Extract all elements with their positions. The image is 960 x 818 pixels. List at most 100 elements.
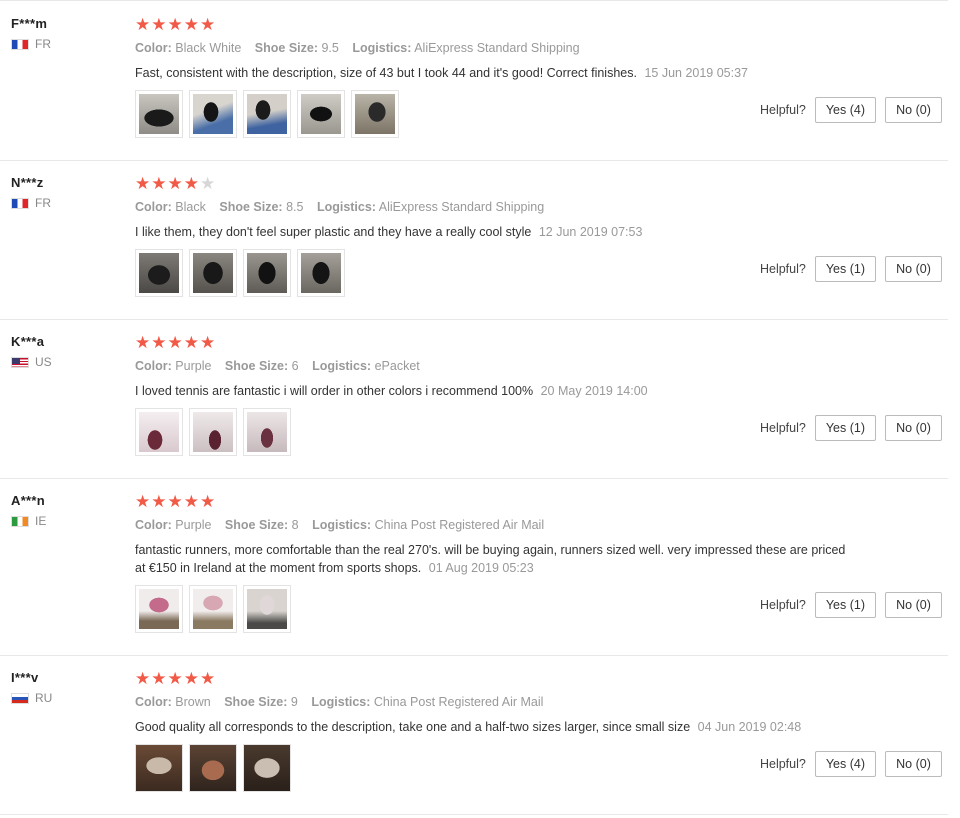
- review-photo-thumbnail[interactable]: [189, 90, 237, 138]
- shoe-size-value: 9: [290, 695, 298, 709]
- logistics-label: Logistics:: [312, 518, 372, 532]
- flag-fr-icon: [11, 38, 29, 50]
- review-photo-thumbnail[interactable]: [243, 249, 291, 297]
- review-date: 15 Jun 2019 05:37: [644, 66, 749, 80]
- color-value: Brown: [175, 695, 211, 709]
- review-photo-thumbnail[interactable]: [135, 90, 183, 138]
- star-empty-icon: ★: [200, 174, 216, 193]
- star-filled-icon: ★: [200, 333, 216, 352]
- star-rating: ★ ★ ★ ★ ★: [135, 175, 855, 193]
- review-photos: [135, 744, 855, 792]
- country-code: RU: [35, 691, 53, 705]
- star-filled-icon: ★: [183, 15, 199, 34]
- logistics-label: Logistics:: [352, 41, 412, 55]
- reviewer-name: I***v: [11, 670, 39, 685]
- helpful-yes-button[interactable]: Yes (4): [814, 751, 876, 777]
- star-rating: ★ ★ ★ ★ ★: [135, 16, 855, 34]
- review-photos: [135, 249, 855, 297]
- color-label: Color:: [135, 695, 172, 709]
- review-photo-thumbnail[interactable]: [351, 90, 399, 138]
- helpful-vote: Helpful? Yes (1) No (0): [760, 592, 942, 618]
- color-value: Purple: [175, 359, 212, 373]
- reviewer-country: US: [11, 355, 121, 369]
- logistics-value: ePacket: [374, 359, 420, 373]
- review-attributes: Color: Purple Shoe Size: 6 Logistics: eP…: [135, 359, 855, 373]
- helpful-vote: Helpful? Yes (4) No (0): [760, 97, 942, 123]
- helpful-yes-button[interactable]: Yes (1): [814, 256, 876, 282]
- reviewer-info: F***m FR: [11, 16, 121, 51]
- shoe-size-label: Shoe Size:: [224, 518, 289, 532]
- logistics-value: AliExpress Standard Shipping: [378, 200, 545, 214]
- reviewer-name: A***n: [11, 493, 46, 508]
- country-code: FR: [35, 196, 51, 210]
- helpful-no-button[interactable]: No (0): [885, 256, 942, 282]
- star-rating: ★ ★ ★ ★ ★: [135, 334, 855, 352]
- review-photo-thumbnail[interactable]: [297, 249, 345, 297]
- helpful-yes-button[interactable]: Yes (1): [814, 592, 876, 618]
- helpful-no-button[interactable]: No (0): [885, 751, 942, 777]
- color-value: Purple: [175, 518, 212, 532]
- review-photo-thumbnail[interactable]: [135, 744, 183, 792]
- review-photo-thumbnail[interactable]: [135, 249, 183, 297]
- star-filled-icon: ★: [167, 15, 183, 34]
- review-attributes: Color: Black White Shoe Size: 9.5 Logist…: [135, 41, 855, 55]
- star-filled-icon: ★: [183, 492, 199, 511]
- shoe-size-value: 6: [291, 359, 299, 373]
- star-filled-icon: ★: [151, 174, 167, 193]
- helpful-yes-button[interactable]: Yes (1): [814, 415, 876, 441]
- review-photo-thumbnail[interactable]: [243, 744, 291, 792]
- flag-us-icon: [11, 356, 29, 368]
- review-photo-thumbnail[interactable]: [243, 585, 291, 633]
- review-photo-thumbnail[interactable]: [297, 90, 345, 138]
- color-label: Color:: [135, 41, 172, 55]
- top-divider: [0, 0, 948, 1]
- color-label: Color:: [135, 518, 172, 532]
- helpful-yes-button[interactable]: Yes (4): [814, 97, 876, 123]
- color-value: Black White: [175, 41, 242, 55]
- review-photo-thumbnail[interactable]: [243, 90, 291, 138]
- star-filled-icon: ★: [167, 492, 183, 511]
- reviewer-country: FR: [11, 37, 121, 51]
- logistics-value: China Post Registered Air Mail: [374, 518, 545, 532]
- helpful-no-button[interactable]: No (0): [885, 415, 942, 441]
- shoe-size-label: Shoe Size:: [224, 359, 289, 373]
- logistics-label: Logistics:: [311, 695, 371, 709]
- review-item: K***a US ★ ★ ★ ★ ★ Color: Purple Shoe Size: …: [0, 320, 948, 479]
- helpful-no-button[interactable]: No (0): [885, 592, 942, 618]
- review-photo-thumbnail[interactable]: [189, 249, 237, 297]
- shoe-size-value: 8: [291, 518, 299, 532]
- logistics-value: AliExpress Standard Shipping: [414, 41, 580, 55]
- review-text: Fast, consistent with the description, s…: [135, 64, 855, 82]
- reviewer-country: RU: [11, 691, 121, 705]
- review-photo-thumbnail[interactable]: [189, 744, 237, 792]
- color-value: Black: [175, 200, 206, 214]
- review-photo-thumbnail[interactable]: [189, 408, 237, 456]
- review-photo-thumbnail[interactable]: [135, 408, 183, 456]
- review-body: ★ ★ ★ ★ ★ Color: Black Shoe Size: 8.5 Logist…: [135, 175, 855, 297]
- shoe-size-value: 9.5: [321, 41, 339, 55]
- review-text: I like them, they don't feel super plast…: [135, 223, 855, 241]
- reviewer-info: A***n IE: [11, 493, 121, 528]
- review-body: ★ ★ ★ ★ ★ Color: Brown Shoe Size: 9 Logistic…: [135, 670, 855, 792]
- helpful-label: Helpful?: [759, 757, 806, 771]
- review-attributes: Color: Purple Shoe Size: 8 Logistics: Ch…: [135, 518, 855, 532]
- review-photo-thumbnail[interactable]: [135, 585, 183, 633]
- star-filled-icon: ★: [167, 333, 183, 352]
- reviewer-country: FR: [11, 196, 121, 210]
- reviewer-name: F***m: [11, 16, 48, 31]
- star-filled-icon: ★: [135, 492, 151, 511]
- star-filled-icon: ★: [183, 669, 199, 688]
- review-attributes: Color: Brown Shoe Size: 9 Logistics: Chi…: [135, 695, 855, 709]
- shoe-size-label: Shoe Size:: [224, 695, 288, 709]
- star-filled-icon: ★: [135, 333, 151, 352]
- star-filled-icon: ★: [151, 669, 167, 688]
- shoe-size-label: Shoe Size:: [219, 200, 283, 214]
- review-photo-thumbnail[interactable]: [243, 408, 291, 456]
- helpful-no-button[interactable]: No (0): [885, 97, 942, 123]
- star-filled-icon: ★: [151, 492, 167, 511]
- review-photo-thumbnail[interactable]: [189, 585, 237, 633]
- review-item: I***v RU ★ ★ ★ ★ ★ Color: Brown Shoe Size: 9…: [0, 656, 948, 815]
- review-content: Fast, consistent with the description, s…: [135, 66, 637, 80]
- logistics-value: China Post Registered Air Mail: [373, 695, 544, 709]
- review-photos: [135, 585, 855, 633]
